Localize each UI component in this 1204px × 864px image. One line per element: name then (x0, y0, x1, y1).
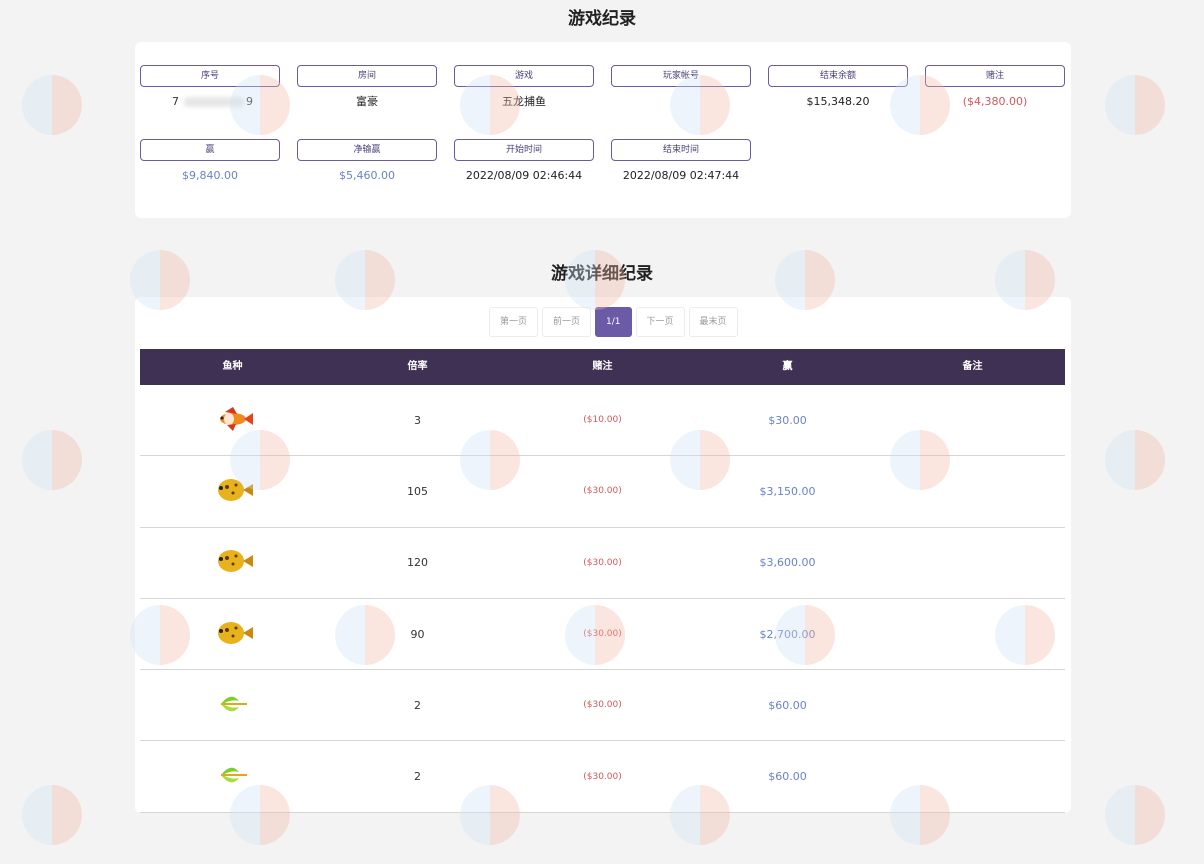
end-field: 结束时间 2022/08/09 02:47:44 (611, 139, 751, 183)
rate-cell: 105 (407, 484, 428, 498)
orange-fish-icon (211, 404, 255, 434)
start-field: 开始时间 2022/08/09 02:46:44 (454, 139, 594, 183)
bet-value: ($4,380.00) (962, 95, 1028, 108)
net-value: $5,460.00 (339, 169, 395, 182)
balance-field: 结束余额 $15,348.20 (768, 65, 908, 109)
seq-redacted (184, 97, 244, 107)
win-label: 赢 (140, 139, 280, 161)
start-value: 2022/08/09 02:46:44 (465, 169, 583, 182)
net-label: 净输赢 (297, 139, 437, 161)
header-note: 备注 (962, 361, 983, 372)
table-row: 2 ($30.00) $60.00 (140, 741, 1065, 813)
bet-cell: ($30.00) (583, 771, 622, 782)
green-leaf-fish-icon (211, 760, 255, 790)
rate-cell: 2 (414, 770, 421, 784)
balance-value: $15,348.20 (806, 95, 870, 108)
bet-cell: ($30.00) (583, 700, 622, 711)
account-field: 玩家帐号 (611, 65, 751, 109)
table-row: 3 ($10.00) $30.00 (140, 385, 1065, 457)
end-value: 2022/08/09 02:47:44 (622, 169, 740, 182)
detail-card: 第一页 前一页 1/1 下一页 最末页 鱼种 倍率 赌注 赢 备注 3 ($10… (135, 297, 1071, 813)
game-field: 游戏 五龙捕鱼 (454, 65, 594, 109)
bet-field: 赌注 ($4,380.00) (925, 65, 1065, 109)
golden-pufferfish-icon (211, 546, 255, 576)
prev-page-button[interactable]: 前一页 (542, 307, 592, 337)
room-label: 房间 (297, 65, 437, 87)
first-page-button[interactable]: 第一页 (489, 307, 539, 337)
win-cell: $60.00 (768, 770, 807, 784)
rate-cell: 2 (414, 698, 421, 712)
account-value (611, 95, 751, 109)
win-field: 赢 $9,840.00 (140, 139, 280, 183)
record-title: 游戏纪录 (568, 9, 636, 29)
account-label: 玩家帐号 (611, 65, 751, 87)
room-field: 房间 富豪 (297, 65, 437, 109)
header-win: 赢 (782, 361, 793, 372)
rate-cell: 120 (407, 556, 428, 570)
win-cell: $3,150.00 (759, 484, 816, 498)
rate-cell: 90 (410, 627, 425, 641)
bet-label: 赌注 (925, 65, 1065, 87)
win-cell: $3,600.00 (759, 556, 816, 570)
seq-value-end: 9 (246, 95, 253, 108)
golden-pufferfish-icon (211, 618, 255, 648)
net-field: 净输赢 $5,460.00 (297, 139, 437, 183)
green-leaf-fish-icon (211, 689, 255, 719)
next-page-button[interactable]: 下一页 (635, 307, 685, 337)
win-cell: $2,700.00 (759, 627, 816, 641)
win-value: $9,840.00 (182, 169, 238, 182)
table-row: 2 ($30.00) $60.00 (140, 670, 1065, 742)
seq-field: 序号 7 9 (140, 65, 280, 109)
golden-pufferfish-icon (211, 475, 255, 505)
header-fish-type: 鱼种 (222, 361, 243, 372)
win-cell: $30.00 (768, 413, 807, 427)
start-label: 开始时间 (454, 139, 594, 161)
table-row: 90 ($30.00) $2,700.00 (140, 599, 1065, 671)
seq-label: 序号 (140, 65, 280, 87)
seq-value: 7 9 (140, 95, 280, 109)
table-body: 3 ($10.00) $30.00 105 ($30.00) $3,150.00… (140, 385, 1065, 813)
room-value: 富豪 (356, 95, 378, 108)
bet-cell: ($30.00) (583, 629, 622, 640)
current-page-indicator[interactable]: 1/1 (595, 307, 632, 337)
end-label: 结束时间 (611, 139, 751, 161)
win-cell: $60.00 (768, 698, 807, 712)
rate-cell: 3 (414, 413, 421, 427)
summary-card: 序号 7 9 房间 富豪 游戏 五龙捕鱼 玩家帐号 结束余额 $15,348.2… (135, 42, 1071, 218)
pagination: 第一页 前一页 1/1 下一页 最末页 (489, 307, 738, 337)
game-value: 五龙捕鱼 (502, 95, 546, 108)
bet-cell: ($30.00) (583, 486, 622, 497)
header-rate: 倍率 (407, 361, 428, 372)
last-page-button[interactable]: 最末页 (688, 307, 738, 337)
balance-label: 结束余额 (768, 65, 908, 87)
bet-cell: ($30.00) (583, 557, 622, 568)
header-bet: 赌注 (592, 361, 613, 372)
bet-cell: ($10.00) (583, 415, 622, 426)
seq-value-start: 7 (172, 95, 179, 108)
table-row: 105 ($30.00) $3,150.00 (140, 456, 1065, 528)
table-header: 鱼种 倍率 赌注 赢 备注 (140, 349, 1065, 385)
detail-title: 游戏详细纪录 (551, 264, 653, 284)
table-row: 120 ($30.00) $3,600.00 (140, 528, 1065, 599)
game-label: 游戏 (454, 65, 594, 87)
